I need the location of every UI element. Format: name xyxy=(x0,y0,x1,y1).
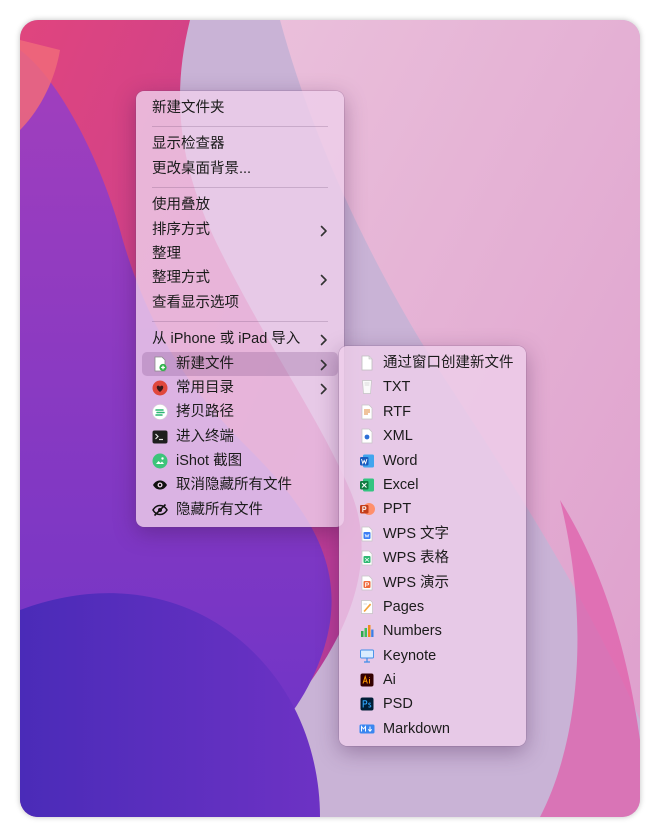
numbers-icon xyxy=(359,623,375,639)
submenu-item-label: Keynote xyxy=(383,647,437,664)
menu-item-favorite-folders[interactable]: 常用目录 xyxy=(142,376,338,400)
photoshop-icon xyxy=(359,696,375,712)
submenu-item-label: PSD xyxy=(383,696,413,713)
menu-item-import-from-iphone[interactable]: 从 iPhone 或 iPad 导入 xyxy=(142,327,338,351)
submenu-item-label: Ai xyxy=(383,672,396,689)
screenshot-icon xyxy=(152,453,168,469)
chevron-right-icon xyxy=(320,327,328,351)
menu-item-label: 拷贝路径 xyxy=(176,404,234,421)
submenu-item-label: Numbers xyxy=(383,623,442,640)
menu-item-copy-path[interactable]: 拷贝路径 xyxy=(142,400,338,424)
chevron-right-icon xyxy=(320,352,328,376)
menu-item-new-file[interactable]: 新建文件 xyxy=(142,351,338,376)
menu-item-open-terminal[interactable]: 进入终端 xyxy=(142,425,338,449)
word-icon xyxy=(359,453,375,469)
blank-doc-icon xyxy=(359,355,375,371)
menu-item-label: 整理方式 xyxy=(152,270,210,287)
menu-item-ishot-screenshot[interactable]: iShot 截图 xyxy=(142,449,338,473)
submenu-item-label: Pages xyxy=(383,598,425,615)
menu-separator xyxy=(152,125,328,127)
rtf-icon xyxy=(359,404,375,420)
menu-item-label: 常用目录 xyxy=(176,379,234,396)
submenu-item-label: RTF xyxy=(383,403,411,420)
menu-item-label: 新建文件夹 xyxy=(152,100,225,116)
submenu-item-xml[interactable]: XML xyxy=(345,424,520,448)
eye-icon xyxy=(152,477,168,493)
menu-item-sort-by[interactable]: 排序方式 xyxy=(142,218,338,242)
new-file-submenu: 通过窗口创建新文件 TXT RTF XML Word Excel PPT WPS… xyxy=(339,346,526,746)
pages-icon xyxy=(359,599,375,615)
chevron-right-icon xyxy=(320,266,328,290)
chevron-right-icon xyxy=(320,376,328,400)
submenu-item-label: XML xyxy=(383,428,413,445)
submenu-item-pages[interactable]: Pages xyxy=(345,595,520,619)
submenu-item-wps-presentation[interactable]: WPS 演示 xyxy=(345,571,520,595)
submenu-item-label: PPT xyxy=(383,501,412,518)
submenu-item-label: Markdown xyxy=(383,720,450,737)
txt-icon xyxy=(359,379,375,395)
submenu-item-label: WPS 演示 xyxy=(383,574,450,591)
menu-item-hide-all-files[interactable]: 隐藏所有文件 xyxy=(142,498,338,522)
menu-item-clean-up-by[interactable]: 整理方式 xyxy=(142,266,338,290)
ppt-icon xyxy=(359,501,375,517)
menu-separator xyxy=(152,320,328,322)
submenu-item-keynote[interactable]: Keynote xyxy=(345,644,520,668)
submenu-item-excel[interactable]: Excel xyxy=(345,473,520,497)
menu-item-label: 显示检查器 xyxy=(152,136,225,153)
menu-item-label: iShot 截图 xyxy=(176,453,243,470)
new-file-icon xyxy=(152,356,168,372)
menu-item-show-inspector[interactable]: 显示检查器 xyxy=(142,132,338,156)
wps-sheet-icon xyxy=(359,550,375,566)
menu-item-change-wallpaper[interactable]: 更改桌面背景... xyxy=(142,157,338,181)
submenu-item-numbers[interactable]: Numbers xyxy=(345,619,520,643)
heart-icon xyxy=(152,380,168,396)
submenu-item-wps-sheet[interactable]: WPS 表格 xyxy=(345,546,520,570)
submenu-item-label: TXT xyxy=(383,379,411,396)
excel-icon xyxy=(359,477,375,493)
eye-slash-icon xyxy=(152,502,168,518)
menu-item-show-view-options[interactable]: 查看显示选项 xyxy=(142,291,338,315)
menu-item-label: 整理 xyxy=(152,245,181,262)
submenu-item-wps-writer[interactable]: WPS 文字 xyxy=(345,522,520,546)
submenu-item-markdown[interactable]: Markdown xyxy=(345,717,520,741)
wps-present-icon xyxy=(359,575,375,591)
submenu-item-label: WPS 文字 xyxy=(383,525,450,542)
menu-item-new-folder[interactable]: 新建文件夹 xyxy=(142,96,338,120)
menu-item-label: 查看显示选项 xyxy=(152,294,239,311)
menu-item-label: 排序方式 xyxy=(152,221,210,238)
menu-item-label: 新建文件 xyxy=(176,355,234,372)
submenu-item-label: WPS 表格 xyxy=(383,550,450,567)
xml-icon xyxy=(359,428,375,444)
submenu-item-label: 通过窗口创建新文件 xyxy=(383,355,514,371)
menu-item-label: 使用叠放 xyxy=(152,197,210,214)
desktop-context-menu: 新建文件夹 显示检查器 更改桌面背景... 使用叠放 排序方式 整理 整理方式 xyxy=(136,91,344,527)
submenu-item-ai[interactable]: Ai xyxy=(345,668,520,692)
menu-item-label: 进入终端 xyxy=(176,428,234,445)
submenu-item-txt[interactable]: TXT xyxy=(345,375,520,399)
menu-item-label: 更改桌面背景... xyxy=(152,160,252,177)
menu-item-use-stacks[interactable]: 使用叠放 xyxy=(142,193,338,217)
menu-item-clean-up[interactable]: 整理 xyxy=(142,242,338,266)
submenu-item-new-via-window[interactable]: 通过窗口创建新文件 xyxy=(345,351,520,375)
desktop-wallpaper[interactable]: 新建文件夹 显示检查器 更改桌面背景... 使用叠放 排序方式 整理 整理方式 xyxy=(20,20,640,817)
illustrator-icon xyxy=(359,672,375,688)
markdown-icon xyxy=(359,721,375,737)
submenu-item-label: Word xyxy=(383,452,418,469)
terminal-icon xyxy=(152,429,168,445)
menu-item-unhide-all-files[interactable]: 取消隐藏所有文件 xyxy=(142,473,338,497)
menu-separator xyxy=(152,186,328,188)
submenu-item-label: Excel xyxy=(383,476,419,493)
chevron-right-icon xyxy=(320,218,328,242)
copy-path-icon xyxy=(152,404,168,421)
submenu-item-rtf[interactable]: RTF xyxy=(345,400,520,424)
menu-item-label: 取消隐藏所有文件 xyxy=(176,477,292,494)
submenu-item-word[interactable]: Word xyxy=(345,449,520,473)
menu-item-label: 隐藏所有文件 xyxy=(176,501,263,518)
menu-item-label: 从 iPhone 或 iPad 导入 xyxy=(152,331,301,348)
submenu-item-ppt[interactable]: PPT xyxy=(345,497,520,521)
wps-writer-icon xyxy=(359,526,375,542)
keynote-icon xyxy=(359,648,375,664)
submenu-item-psd[interactable]: PSD xyxy=(345,692,520,716)
